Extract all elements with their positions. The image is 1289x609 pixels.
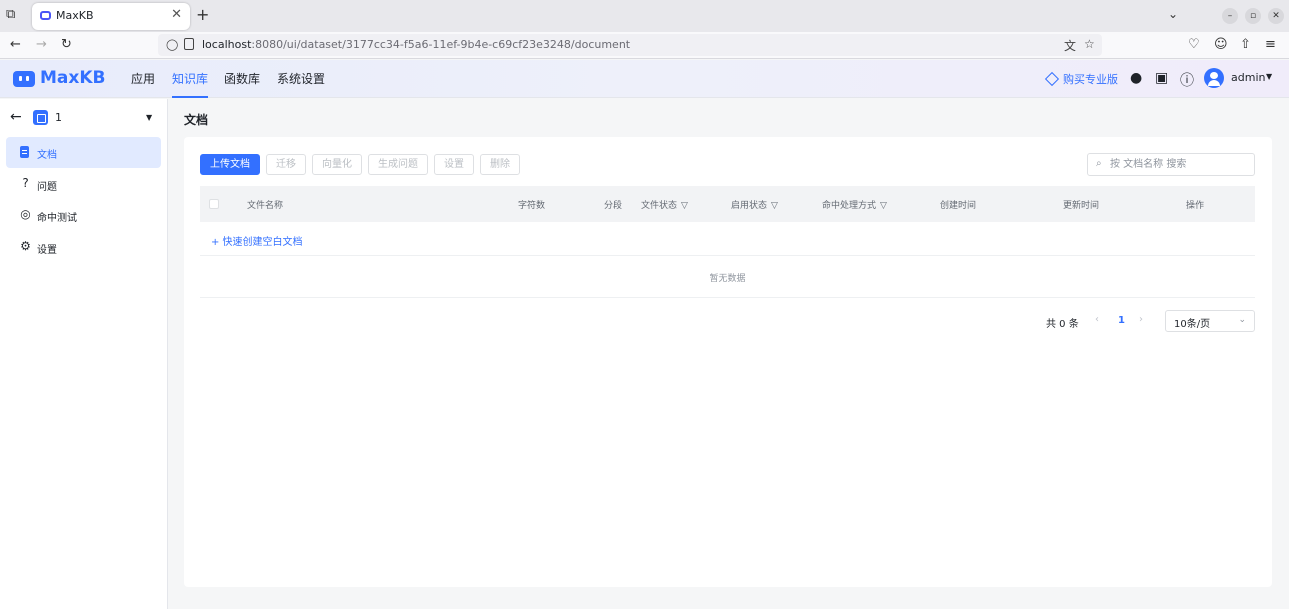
bookmark-star-icon[interactable]: ☆ [1084, 37, 1095, 51]
sidebar-item-label: 问题 [37, 182, 57, 193]
pagination-total: 共 0 条 [1046, 319, 1079, 330]
sidebar: ← 1 ▼ 文档 ? 问题 ◎ 命中测试 ⚙ 设置 [0, 99, 168, 609]
url-bar[interactable]: ◯ localhost:8080/ui/dataset/3177cc34-f5a… [158, 34, 1102, 56]
app-menu-icon[interactable]: ≡ [1265, 37, 1276, 52]
migrate-button[interactable]: 迁移 [266, 154, 306, 175]
table-header: 文件名称 字符数 分段 文件状态 ▽ 启用状态 ▽ 命中处理方式 ▽ 创建时间 更新时… [200, 186, 1255, 222]
upload-document-button[interactable]: 上传文档 [200, 154, 260, 175]
dataset-dropdown-caret-icon[interactable]: ▼ [146, 113, 152, 122]
page-title: 文档 [184, 113, 209, 127]
column-header-updated-time: 更新时间 [1063, 201, 1100, 211]
column-header-created-time: 创建时间 [940, 201, 977, 211]
restore-icon[interactable]: ▫ [1245, 8, 1261, 24]
dataset-name[interactable]: 1 [55, 111, 62, 124]
maxkb-favicon-icon [40, 11, 51, 20]
quick-create-row: + 快速创建空白文档 [200, 222, 1255, 256]
page-size-select[interactable]: 10条/页 ⌄ [1165, 310, 1255, 332]
url-text[interactable]: localhost:8080/ui/dataset/3177cc34-f5a6-… [202, 38, 630, 51]
document-card: 上传文档 迁移 向量化 生成问题 设置 删除 ⌕ 文件名称 字符数 分段 文件状… [184, 137, 1272, 587]
column-header-hit-handling: 命中处理方式 ▽ [822, 201, 887, 211]
sidebar-item-label: 命中测试 [37, 213, 77, 224]
prev-page-icon[interactable]: ‹ [1095, 314, 1099, 325]
sidebar-item-label: 文档 [37, 150, 57, 161]
browser-navigation-bar: ← → ↻ ◯ localhost:8080/ui/dataset/3177cc… [0, 32, 1289, 59]
hit-test-icon: ◎ [20, 207, 31, 221]
pocket-icon[interactable]: ♡ [1188, 37, 1200, 52]
empty-state-text: 暂无数据 [709, 274, 746, 284]
generate-questions-button[interactable]: 生成问题 [368, 154, 428, 175]
settings-button[interactable]: 设置 [434, 154, 474, 175]
column-header-file-status: 文件状态 ▽ [641, 201, 688, 211]
new-tab-icon[interactable]: + [196, 5, 209, 24]
page-size-value: 10条/页 [1174, 319, 1211, 330]
extensions-icon[interactable]: ⇧ [1240, 37, 1251, 52]
column-header-segments: 分段 [604, 201, 623, 211]
maxkb-logo-icon [13, 71, 35, 87]
tab-title: MaxKB [56, 9, 94, 22]
question-icon: ? [22, 176, 29, 190]
search-box[interactable]: ⌕ [1087, 153, 1255, 176]
pagination-current-page[interactable]: 1 [1118, 315, 1125, 326]
reload-icon[interactable]: ↻ [61, 37, 72, 52]
browser-tab-bar: ⧉ MaxKB ✕ + ⌄ – ▫ ✕ [0, 0, 1289, 32]
menu-knowledge-base[interactable]: 知识库 [172, 60, 209, 98]
close-tab-icon[interactable]: ✕ [171, 7, 182, 22]
filter-icon[interactable]: ▽ [771, 201, 778, 211]
quick-create-blank-document-link[interactable]: + 快速创建空白文档 [211, 233, 303, 248]
document-icon [20, 146, 29, 158]
search-icon: ⌕ [1096, 158, 1102, 169]
empty-table-row: 暂无数据 [200, 256, 1255, 298]
tab-overview-icon[interactable]: ⧉ [6, 7, 22, 23]
help-icon[interactable]: ⓘ [1180, 70, 1194, 90]
translate-icon[interactable]: 文 [1064, 37, 1076, 54]
sidebar-item-documents[interactable]: 文档 [6, 137, 161, 168]
delete-button[interactable]: 删除 [480, 154, 520, 175]
sidebar-item-hit-test[interactable]: ◎ 命中测试 [6, 200, 161, 231]
user-manual-icon[interactable]: ▣ [1155, 70, 1168, 86]
sidebar-item-label: 设置 [37, 245, 57, 256]
chevron-down-icon: ⌄ [1238, 315, 1246, 325]
github-icon[interactable]: ● [1130, 70, 1142, 86]
sidebar-item-settings[interactable]: ⚙ 设置 [6, 232, 161, 263]
user-name[interactable]: admin [1231, 71, 1265, 84]
column-header-actions: 操作 [1186, 201, 1205, 211]
menu-functions[interactable]: 函数库 [224, 60, 260, 98]
menu-apps[interactable]: 应用 [131, 60, 155, 98]
tracking-shield-icon[interactable]: ◯ [166, 38, 178, 51]
vectorize-button[interactable]: 向量化 [312, 154, 362, 175]
buy-pro-link[interactable]: 购买专业版 [1044, 71, 1118, 87]
settings-icon: ⚙ [20, 239, 31, 253]
tab-list-chevron-icon[interactable]: ⌄ [1168, 7, 1178, 21]
select-all-checkbox[interactable] [209, 199, 219, 209]
user-dropdown-caret-icon[interactable]: ▼ [1266, 72, 1272, 81]
sidebar-item-questions[interactable]: ? 问题 [6, 169, 161, 200]
menu-system-settings[interactable]: 系统设置 [277, 60, 325, 98]
browser-tab[interactable]: MaxKB ✕ [32, 3, 190, 30]
account-icon[interactable]: ☺ [1214, 37, 1228, 52]
diamond-icon [1044, 71, 1060, 87]
page-info-icon[interactable] [184, 38, 194, 50]
back-icon[interactable]: ← [10, 37, 21, 52]
filter-icon[interactable]: ▽ [880, 201, 887, 211]
app-header: MaxKB 应用 知识库 函数库 系统设置 购买专业版 ● ▣ ⓘ admin … [0, 60, 1289, 98]
column-header-char-count: 字符数 [518, 201, 546, 211]
app-logo[interactable]: MaxKB [40, 68, 106, 88]
close-window-icon[interactable]: ✕ [1268, 8, 1284, 24]
minimize-icon[interactable]: – [1222, 8, 1238, 24]
forward-icon[interactable]: → [36, 37, 47, 52]
next-page-icon[interactable]: › [1139, 314, 1143, 325]
filter-icon[interactable]: ▽ [681, 201, 688, 211]
dataset-icon [33, 110, 48, 125]
user-avatar[interactable] [1204, 68, 1224, 88]
column-header-enable-status: 启用状态 ▽ [731, 201, 778, 211]
search-input[interactable] [1110, 157, 1250, 172]
column-header-file-name: 文件名称 [247, 201, 284, 211]
back-arrow-icon[interactable]: ← [10, 109, 22, 125]
